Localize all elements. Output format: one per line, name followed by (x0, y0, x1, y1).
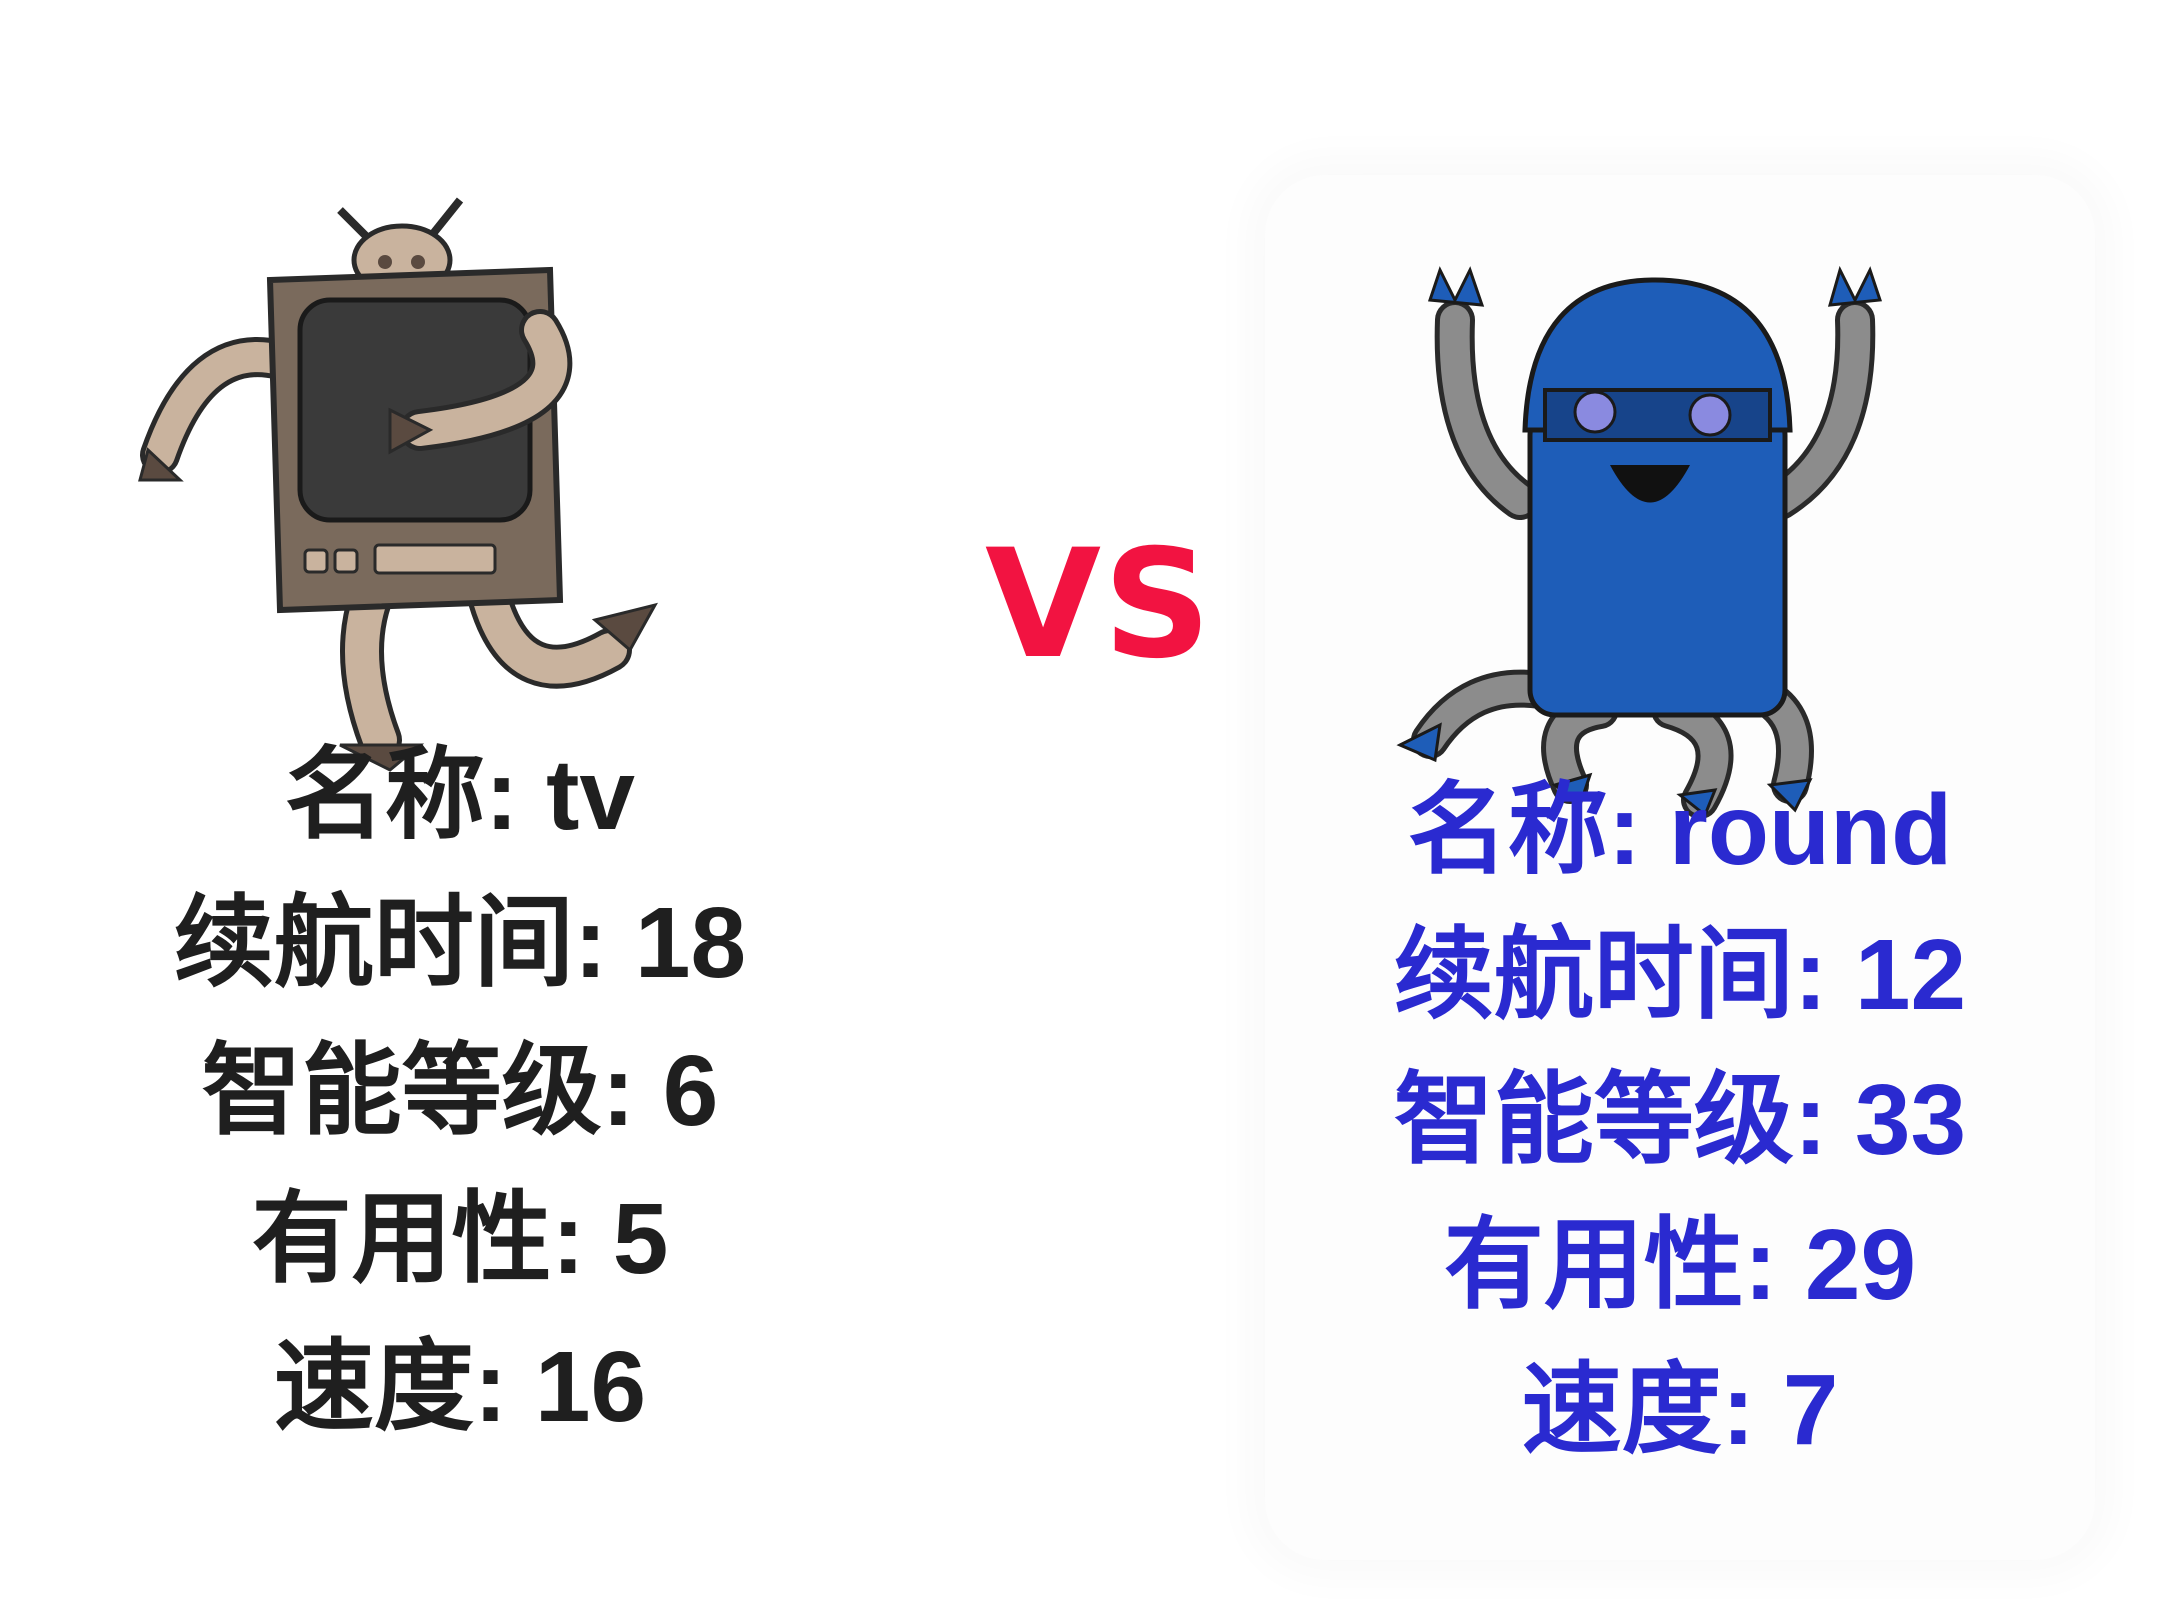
round-robot-icon (1396, 265, 1883, 819)
stat-usefulness: 有用性: 5 (251, 1183, 669, 1295)
stat-intelligence: 智能等级: 33 (1393, 1064, 1967, 1176)
stat-usefulness: 有用性: 29 (1443, 1209, 1917, 1321)
battle-stage: 名称: tv 续航时间: 18 智能等级: 6 有用性: 5 速度: 16 VS (0, 0, 2160, 1620)
stat-endurance: 续航时间: 12 (1393, 919, 1967, 1031)
robot-name-label: 名称: tv (285, 739, 635, 851)
stat-speed: 速度: 7 (1521, 1354, 1839, 1466)
tv-robot-icon (138, 197, 658, 772)
stat-endurance: 续航时间: 18 (173, 887, 747, 999)
left-stats: 名称: tv 续航时间: 18 智能等级: 6 有用性: 5 速度: 16 (110, 745, 810, 1485)
stat-intelligence: 智能等级: 6 (201, 1035, 719, 1147)
stat-speed: 速度: 16 (273, 1331, 647, 1443)
right-robot-card[interactable]: 名称: round 续航时间: 12 智能等级: 33 有用性: 29 速度: … (1250, 160, 2110, 1560)
vs-label: VS (985, 518, 1214, 692)
robot-name-label: 名称: round (1407, 774, 1953, 886)
right-stats: 名称: round 续航时间: 12 智能等级: 33 有用性: 29 速度: … (1250, 780, 2110, 1505)
left-robot-card[interactable]: 名称: tv 续航时间: 18 智能等级: 6 有用性: 5 速度: 16 (110, 160, 810, 1460)
